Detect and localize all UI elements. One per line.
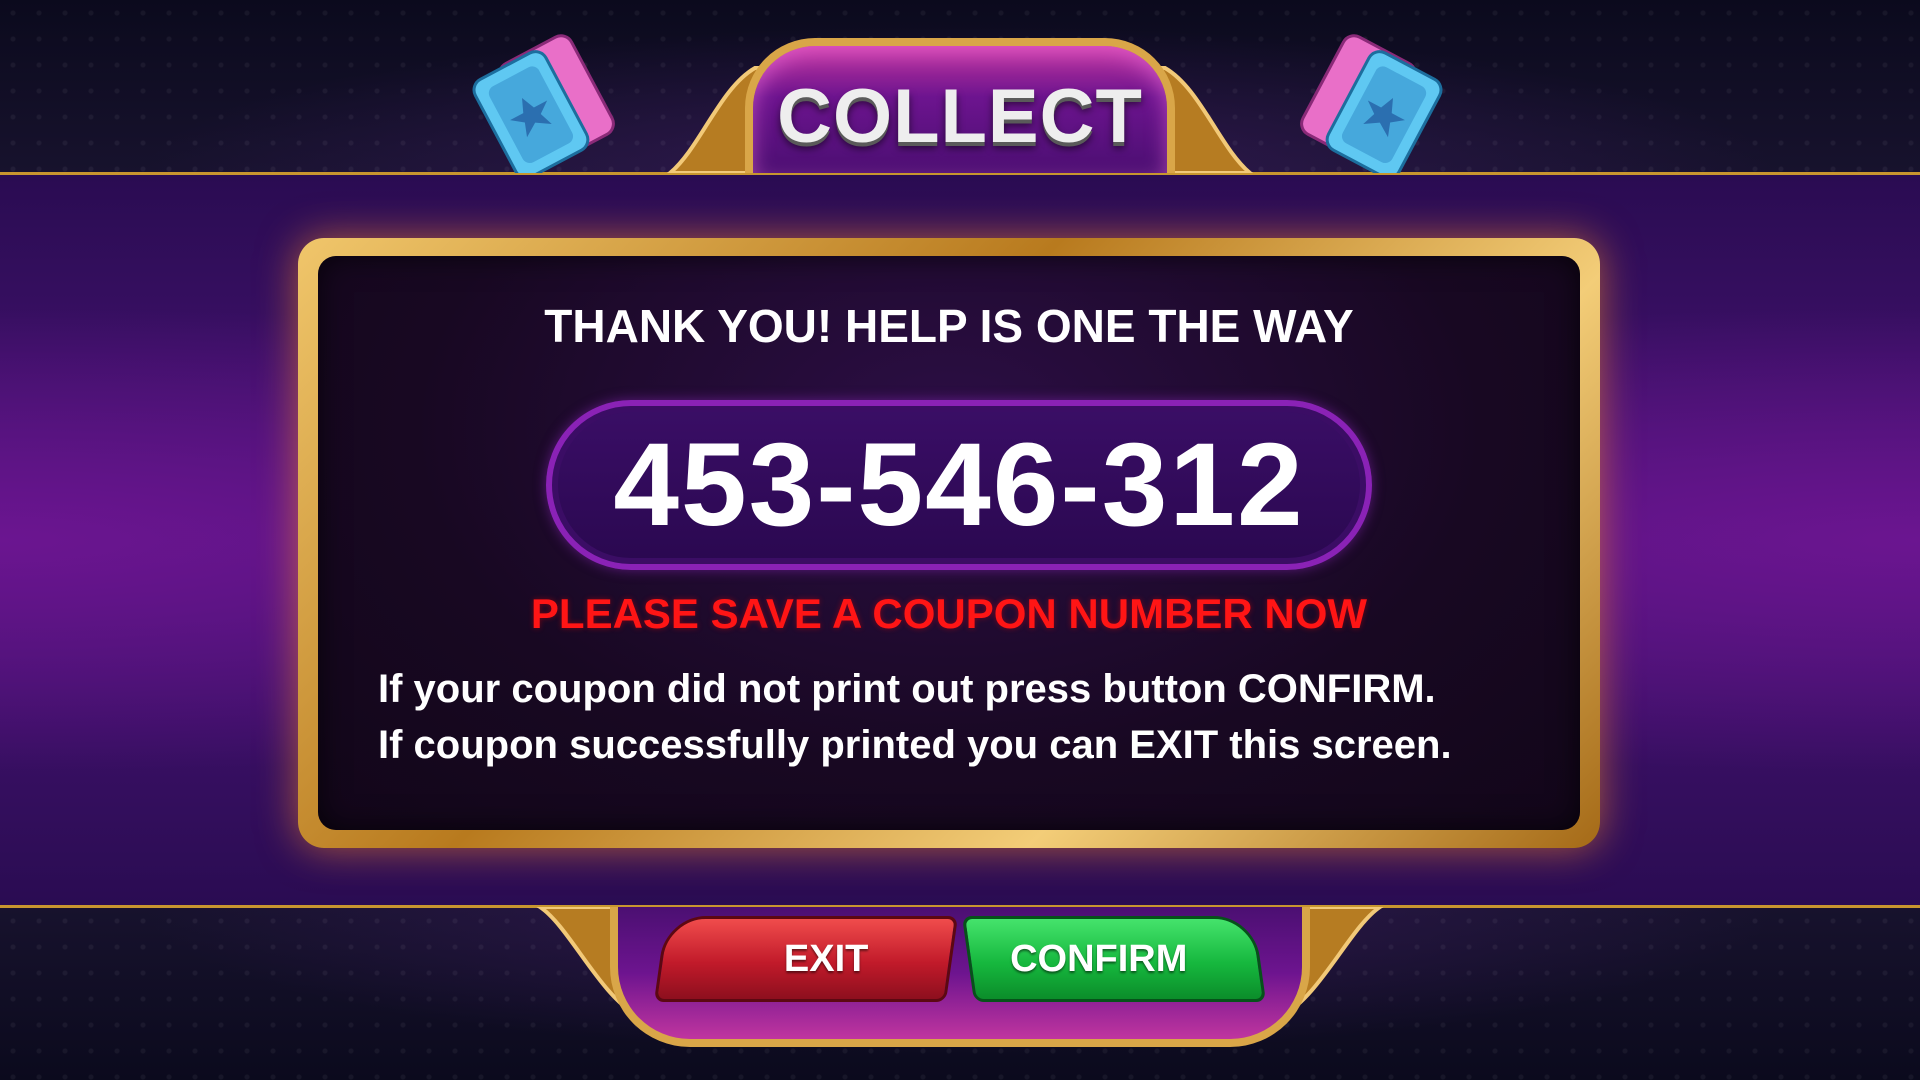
page-title: COLLECT xyxy=(777,74,1143,159)
exit-button-label: EXIT xyxy=(783,937,869,980)
confirm-button[interactable]: CONFIRM xyxy=(961,916,1267,1002)
panel-heading: THANK YOU! HELP IS ONE THE WAY xyxy=(544,300,1354,352)
warning-text: PLEASE SAVE A COUPON NUMBER NOW xyxy=(530,590,1368,637)
confirm-button-label: CONFIRM xyxy=(1010,937,1188,980)
coupon-number: 453-546-312 xyxy=(613,419,1305,551)
instruction-line: If coupon successfully printed you can E… xyxy=(378,723,1452,767)
exit-button[interactable]: EXIT xyxy=(653,916,959,1002)
instruction-line: If your coupon did not print out press b… xyxy=(378,667,1436,711)
ticket-icon xyxy=(472,34,615,173)
ticket-icon xyxy=(1300,34,1443,173)
